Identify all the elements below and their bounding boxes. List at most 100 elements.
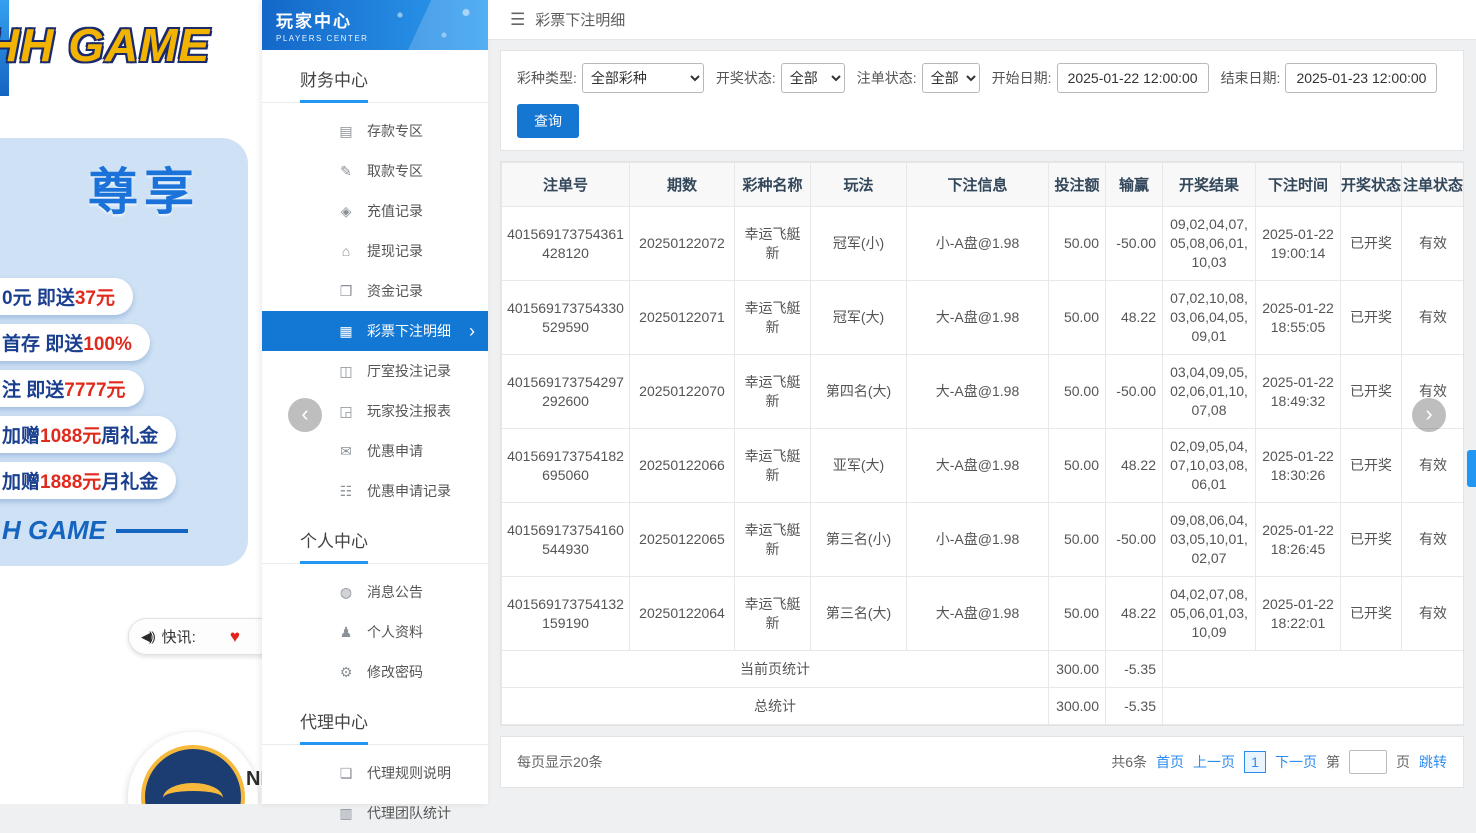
- side-tab[interactable]: [1467, 450, 1476, 487]
- bridge-icon: [163, 783, 223, 804]
- query-button[interactable]: 查询: [517, 104, 579, 138]
- sidebar-item-promo-apply-records[interactable]: ☷ 优惠申请记录: [262, 471, 488, 511]
- column-header-bet-info: 下注信息: [906, 162, 1049, 207]
- sidebar-item-label: 代理团队统计: [367, 805, 451, 821]
- section-title-label: 财务中心: [300, 66, 368, 103]
- sidebar-item-label: 取款专区: [367, 163, 423, 179]
- next-page-link[interactable]: 下一页: [1275, 752, 1317, 772]
- filter-label-start-date: 开始日期:: [991, 70, 1052, 86]
- sidebar-item-lottery-bet-details[interactable]: ▦ 彩票下注明细 ›: [262, 311, 488, 351]
- first-page-link[interactable]: 首页: [1156, 752, 1184, 772]
- pagination-bar: 每页显示20条 共6条 首页 上一页 1 下一页 第 页 跳转: [500, 736, 1464, 788]
- change-password-icon: ⚙: [339, 663, 353, 680]
- lottery-type-select[interactable]: 全部彩种: [581, 63, 704, 93]
- jump-button[interactable]: 跳转: [1419, 752, 1447, 772]
- announcements-icon: ◍: [339, 583, 353, 600]
- cell-lottery-name: 幸运飞艇新: [734, 576, 811, 651]
- column-header-period: 期数: [629, 162, 735, 207]
- sidebar-item-recharge-records[interactable]: ◈ 充值记录: [262, 191, 488, 231]
- team-logo: NE: [128, 732, 262, 804]
- start-date-input[interactable]: [1056, 63, 1209, 93]
- sidebar-item-deposit-zone[interactable]: ▤ 存款专区: [262, 111, 488, 151]
- cell-bet-time: 2025-01-22 18:22:01: [1255, 576, 1341, 651]
- sidebar-item-label: 玩家投注报表: [367, 403, 451, 419]
- sidebar-item-label: 优惠申请: [367, 443, 423, 459]
- promo-pill-text: 加赠: [2, 426, 41, 447]
- section-title-personal: 个人中心: [262, 511, 488, 564]
- cell-bet-time: 2025-01-22 18:26:45: [1255, 502, 1341, 577]
- bets-table: 注单号 期数 彩种名称 玩法 下注信息 投注额 输赢 开奖结果 下注时间 开奖状态 注单状态 401…: [501, 162, 1463, 725]
- cell-bet-info: 大-A盘@1.98: [906, 428, 1049, 503]
- menu-toggle-icon[interactable]: ☰: [510, 10, 525, 30]
- cell-period: 20250122071: [629, 280, 735, 355]
- hall-bet-records-icon: ◫: [339, 362, 353, 379]
- heart-icon: ♥: [229, 626, 240, 646]
- prev-page-link[interactable]: 上一页: [1193, 752, 1235, 772]
- promo-pill-text: 首存 即送: [2, 334, 84, 355]
- chevron-right-icon: ›: [469, 320, 475, 341]
- draw-status-select[interactable]: 全部: [780, 63, 845, 93]
- end-date-input[interactable]: [1285, 63, 1438, 93]
- sidebar-item-withdraw-zone[interactable]: ✎ 取款专区: [262, 151, 488, 191]
- summary-label: 当前页统计: [501, 650, 1049, 688]
- order-status-select[interactable]: 全部: [921, 63, 980, 93]
- cell-bet-amount: 50.00: [1048, 576, 1106, 651]
- table-row: 401569173754297292600 20250122070 幸运飞艇新 第四名…: [501, 354, 1463, 429]
- sidebar-item-promo-apply[interactable]: ✉ 优惠申请: [262, 431, 488, 471]
- table-row: 401569173754160544930 20250122065 幸运飞艇新 第三名…: [501, 502, 1463, 577]
- column-header-order-status: 注单状态: [1401, 162, 1463, 207]
- promo-pill-text: 注 即送: [2, 380, 65, 401]
- cell-bet-info: 大-A盘@1.98: [906, 354, 1049, 429]
- filter-label-draw-status: 开奖状态:: [715, 70, 776, 86]
- sidebar-item-withdrawal-records[interactable]: ⌂ 提现记录: [262, 231, 488, 271]
- filter-row: 彩种类型:全部彩种开奖状态:全部注单状态:全部开始日期:结束日期:: [517, 63, 1447, 93]
- filter-label-lottery-type: 彩种类型:: [517, 70, 577, 86]
- cell-draw-status: 已开奖: [1340, 206, 1402, 281]
- sidebar-item-agent-rules[interactable]: ❏ 代理规则说明: [262, 753, 488, 793]
- sidebar-item-label: 厅室投注记录: [367, 363, 451, 379]
- cell-win-loss: -50.00: [1105, 354, 1163, 429]
- cell-bet-amount: 50.00: [1048, 354, 1106, 429]
- cell-bet-amount: 50.00: [1048, 502, 1106, 577]
- table-row: 401569173754361428120 20250122072 幸运飞艇新 冠军(…: [501, 206, 1463, 281]
- sidebar-item-label: 充值记录: [367, 203, 423, 219]
- cell-order-status: 有效: [1401, 206, 1463, 281]
- carousel-next-button[interactable]: ›: [1412, 398, 1446, 432]
- withdraw-zone-icon: ✎: [340, 162, 352, 179]
- summary-row-total: 总统计 300.00 -5.35: [501, 687, 1463, 725]
- filter-end-date: 结束日期:: [1221, 63, 1438, 93]
- sidebar-item-agent-team-stats[interactable]: ▥ 代理团队统计: [262, 793, 488, 833]
- sidebar-item-fund-records[interactable]: ❒ 资金记录: [262, 271, 488, 311]
- sidebar-item-announcements[interactable]: ◍ 消息公告: [262, 572, 488, 612]
- filter-label-end-date: 结束日期:: [1220, 70, 1281, 86]
- promo-pill-list: 0元 即送37元 首存 即送100% 注 即送7777元 加赠1088元周礼金 加赠18…: [0, 278, 248, 499]
- section-title-finance: 财务中心: [262, 50, 488, 103]
- promo-pill-text: 月礼金: [101, 472, 159, 493]
- sidebar-item-change-password[interactable]: ⚙ 修改密码: [262, 652, 488, 692]
- cell-lottery-name: 幸运飞艇新: [734, 206, 811, 281]
- cell-win-loss: 48.22: [1105, 576, 1163, 651]
- jump-page-input[interactable]: [1349, 750, 1387, 774]
- sidebar-item-profile[interactable]: ♟ 个人资料: [262, 612, 488, 652]
- sidebar-item-hall-bet-records[interactable]: ◫ 厅室投注记录: [262, 351, 488, 391]
- cell-lottery-name: 幸运飞艇新: [734, 428, 811, 503]
- section-title-label: 代理中心: [300, 708, 368, 745]
- cell-draw-result: 04,02,07,08,05,06,01,03,10,09: [1162, 576, 1256, 651]
- carousel-prev-button[interactable]: ‹: [288, 398, 322, 432]
- sidebar-item-label: 消息公告: [367, 584, 423, 600]
- cell-bet-no: 401569173754132159190: [501, 576, 630, 651]
- promo-title: 尊享: [88, 164, 200, 220]
- promo-pill-highlight: 7777元: [64, 380, 126, 401]
- current-page-box[interactable]: 1: [1244, 751, 1266, 773]
- cell-bet-no: 401569173754361428120: [501, 206, 630, 281]
- main-content: ☰ 彩票下注明细 彩种类型:全部彩种开奖状态:全部注单状态:全部开始日期:结束日…: [488, 0, 1476, 804]
- sidebar-item-label: 代理规则说明: [367, 765, 451, 781]
- cell-draw-result: 02,09,05,04,07,10,03,08,06,01: [1162, 428, 1256, 503]
- deposit-zone-icon: ▤: [339, 122, 353, 139]
- summary-row-current-page: 当前页统计 300.00 -5.35: [501, 650, 1463, 688]
- column-header-bet-time: 下注时间: [1255, 162, 1341, 207]
- promo-pill-highlight: 1888元: [40, 472, 102, 493]
- page-title: 彩票下注明细: [535, 12, 626, 29]
- cell-play: 冠军(大): [810, 280, 907, 355]
- ticker-label: 快讯:: [161, 629, 196, 646]
